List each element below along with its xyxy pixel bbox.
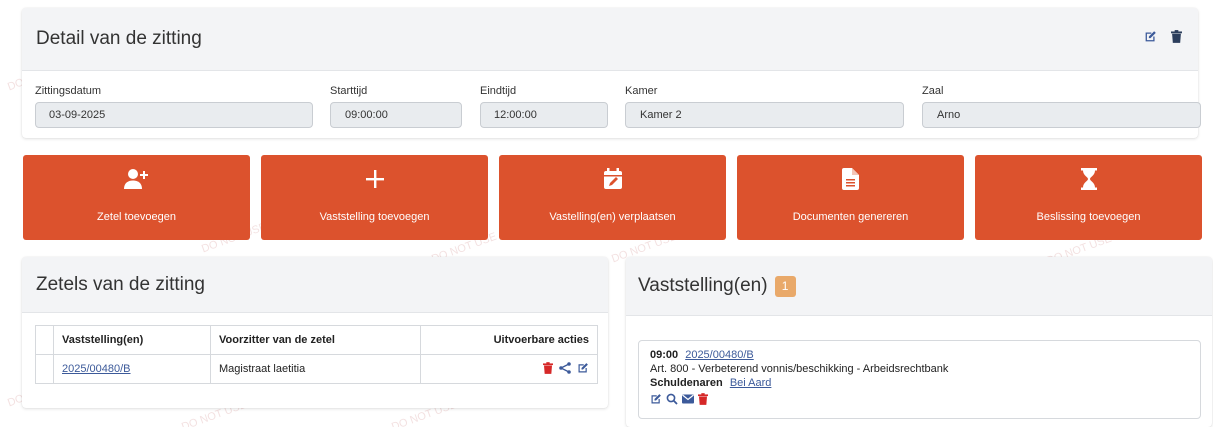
hourglass-icon [1080,167,1097,191]
finding-item: 09:00 2025/00480/B Art. 800 - Verbeteren… [638,340,1201,419]
column-header: Uitvoerbare acties [420,325,598,355]
delete-icon[interactable] [698,393,708,409]
end-time-input[interactable]: 12:00:00 [480,102,608,128]
button-label: Documenten genereren [792,211,909,223]
seats-table: Vaststelling(en) Voorzitter van de zetel… [35,325,598,384]
session-detail-card: Detail van de zitting Zittingsdatum 03-0… [22,8,1201,138]
select-column-header [35,325,54,355]
field-zittingsdatum: Zittingsdatum 03-09-2025 [35,85,313,128]
debtors-label: Schuldenaren [650,377,723,389]
field-label: Eindtijd [480,85,517,97]
row-select-cell[interactable] [35,354,54,384]
finding-link[interactable]: 2025/00480/B [62,363,131,375]
share-icon[interactable] [559,361,571,377]
field-label: Starttijd [330,85,368,97]
button-label: Zetel toevoegen [97,211,176,223]
column-header: Vaststelling(en) [53,325,211,355]
calendar-edit-icon [603,167,623,191]
count-badge: 1 [774,275,796,297]
delete-icon[interactable] [1171,30,1182,48]
add-seat-button[interactable]: Zetel toevoegen [23,155,250,240]
seats-title: Zetels van de zitting [36,273,205,295]
seats-header: Zetels van de zitting [22,257,608,313]
table-row: 2025/00480/B Magistraat laetitia [35,354,598,384]
page-title: Detail van de zitting [36,28,202,49]
findings-card: Vaststelling(en) 1 09:00 2025/00480/B Ar… [626,257,1212,427]
field-label: Kamer [625,85,658,97]
room-input[interactable]: Arno [922,102,1201,128]
field-zaal: Zaal Arno [922,85,1201,128]
table-cell: 2025/00480/B [53,354,211,384]
edit-icon[interactable] [650,393,662,409]
edit-icon[interactable] [577,362,589,377]
button-label: Beslissing toevoegen [1036,211,1141,223]
table-cell: Magistraat laetitia [210,354,421,384]
chamber-input[interactable]: Kamer 2 [625,102,904,128]
field-label: Zaal [922,85,944,97]
add-finding-button[interactable]: Vaststelling toevoegen [261,155,488,240]
session-detail-header: Detail van de zitting [22,8,1198,71]
column-header: Voorzitter van de zetel [210,325,421,355]
seats-card: Zetels van de zitting Vaststelling(en) V… [22,257,608,408]
plus-icon [365,167,385,191]
start-time-input[interactable]: 09:00:00 [330,102,462,128]
mail-icon[interactable] [682,394,694,408]
date-input[interactable]: 03-09-2025 [35,102,313,128]
table-header-row: Vaststelling(en) Voorzitter van de zetel… [35,325,598,355]
button-label: Vaststelling toevoegen [319,211,430,223]
edit-icon[interactable] [1144,30,1157,48]
field-eindtijd: Eindtijd 12:00:00 [480,85,608,128]
delete-icon[interactable] [543,361,553,377]
generate-documents-button[interactable]: Documenten genereren [737,155,964,240]
add-decision-button[interactable]: Beslissing toevoegen [975,155,1202,240]
field-label: Zittingsdatum [35,85,102,97]
findings-title: Vaststelling(en) [638,275,768,296]
document-icon [842,167,859,191]
finding-link[interactable]: 2025/00480/B [685,349,754,361]
finding-article: Art. 800 - Verbeterend vonnis/beschikkin… [650,363,949,375]
actions-cell [420,354,598,384]
field-starttijd: Starttijd 09:00:00 [330,85,462,128]
findings-header: Vaststelling(en) 1 [626,257,1212,316]
debtor-link[interactable]: Bei Aard [730,377,772,389]
move-findings-button[interactable]: Vastelling(en) verplaatsen [499,155,726,240]
search-icon[interactable] [666,393,678,409]
user-plus-icon [123,167,150,191]
button-label: Vastelling(en) verplaatsen [549,211,676,223]
field-kamer: Kamer Kamer 2 [625,85,904,128]
finding-time: 09:00 [650,349,679,361]
